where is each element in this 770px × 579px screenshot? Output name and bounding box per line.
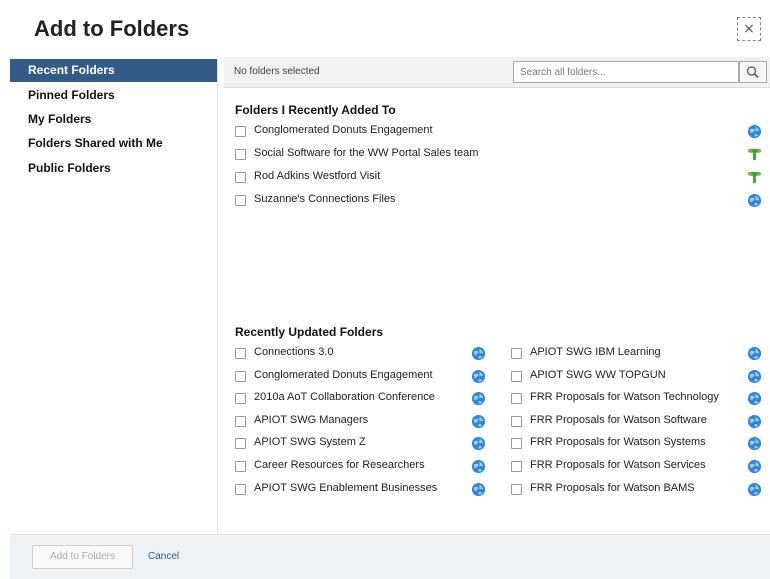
folder-name[interactable]: APIOT SWG IBM Learning [530, 346, 661, 358]
recently-added-heading: Folders I Recently Added To [235, 103, 396, 117]
folder-name[interactable]: Suzanne's Connections Files [254, 193, 396, 205]
selection-toolbar: No folders selected Search all folders..… [224, 57, 770, 88]
globe-icon [747, 124, 762, 139]
folder-name[interactable]: Rod Adkins Westford Visit [254, 170, 380, 182]
globe-icon [747, 369, 762, 384]
list-item: APIOT SWG IBM Learning [511, 345, 766, 363]
folder-checkbox[interactable] [235, 348, 246, 359]
folder-name[interactable]: APIOT SWG WW TOPGUN [530, 369, 666, 381]
list-item: FRR Proposals for Watson Technology [511, 390, 766, 408]
list-item: Suzanne's Connections Files [235, 192, 766, 210]
list-item: Connections 3.0 [235, 345, 490, 363]
folder-checkbox[interactable] [511, 484, 522, 495]
globe-icon [471, 369, 486, 384]
globe-icon [471, 459, 486, 474]
globe-icon [471, 414, 486, 429]
folder-name[interactable]: APIOT SWG Enablement Businesses [254, 482, 437, 494]
list-item: Conglomerated Donuts Engagement [235, 368, 490, 386]
sidebar-item-pinned-folders[interactable]: Pinned Folders [10, 84, 217, 107]
folder-checkbox[interactable] [235, 393, 246, 404]
globe-icon [747, 193, 762, 208]
folder-checkbox[interactable] [235, 416, 246, 427]
folder-name[interactable]: FRR Proposals for Watson BAMS [530, 482, 695, 494]
folder-checkbox[interactable] [511, 416, 522, 427]
folder-name[interactable]: APIOT SWG System Z [254, 436, 366, 448]
folder-name[interactable]: Conglomerated Donuts Engagement [254, 124, 433, 136]
list-item: Career Resources for Researchers [235, 458, 490, 476]
folder-list-panel: No folders selected Search all folders..… [224, 57, 770, 534]
folder-checkbox[interactable] [511, 393, 522, 404]
list-item: APIOT SWG Enablement Businesses [235, 481, 490, 499]
list-item: Conglomerated Donuts Engagement [235, 123, 766, 141]
folder-checkbox[interactable] [511, 348, 522, 359]
list-item: FRR Proposals for Watson Systems [511, 435, 766, 453]
globe-icon [747, 346, 762, 361]
folder-checkbox[interactable] [235, 438, 246, 449]
search-icon [746, 66, 759, 79]
dialog-title: Add to Folders [34, 16, 190, 41]
folder-name[interactable]: FRR Proposals for Watson Technology [530, 391, 719, 403]
folder-name[interactable]: FRR Proposals for Watson Systems [530, 436, 706, 448]
folder-name[interactable]: Connections 3.0 [254, 346, 334, 358]
list-item: FRR Proposals for Watson Software [511, 413, 766, 431]
close-button[interactable]: × [737, 17, 761, 41]
globe-icon [747, 459, 762, 474]
list-item: APIOT SWG WW TOPGUN [511, 368, 766, 386]
list-item: FRR Proposals for Watson Services [511, 458, 766, 476]
sidebar-item-my-folders[interactable]: My Folders [10, 108, 217, 131]
folder-checkbox[interactable] [235, 195, 246, 206]
folder-name[interactable]: FRR Proposals for Watson Services [530, 459, 706, 471]
folder-category-sidebar: Recent Folders Pinned Folders My Folders… [10, 57, 218, 534]
folder-checkbox[interactable] [235, 461, 246, 472]
globe-icon [747, 482, 762, 497]
sidebar-item-folders-shared-with-me[interactable]: Folders Shared with Me [10, 132, 217, 155]
add-to-folders-button[interactable]: Add to Folders [32, 545, 133, 569]
folder-name[interactable]: FRR Proposals for Watson Software [530, 414, 707, 426]
folder-name[interactable]: Conglomerated Donuts Engagement [254, 369, 433, 381]
recently-updated-heading: Recently Updated Folders [235, 325, 384, 339]
cancel-link[interactable]: Cancel [148, 551, 179, 562]
list-item: Social Software for the WW Portal Sales … [235, 146, 766, 164]
folder-checkbox[interactable] [235, 172, 246, 183]
globe-icon [747, 414, 762, 429]
folder-name[interactable]: Social Software for the WW Portal Sales … [254, 147, 478, 159]
globe-icon [747, 391, 762, 406]
search-placeholder: Search all folders... [520, 67, 606, 78]
shared-folder-icon [747, 148, 762, 161]
dialog-header: Add to Folders × [0, 0, 770, 56]
search-input[interactable]: Search all folders... [513, 61, 739, 83]
dialog-footer: Add to Folders Cancel [10, 534, 770, 579]
list-item: 2010a AoT Collaboration Conference [235, 390, 490, 408]
list-item: APIOT SWG Managers [235, 413, 490, 431]
folder-checkbox[interactable] [235, 126, 246, 137]
globe-icon [471, 436, 486, 451]
list-item: Rod Adkins Westford Visit [235, 169, 766, 187]
folder-checkbox[interactable] [235, 149, 246, 160]
list-item: APIOT SWG System Z [235, 435, 490, 453]
globe-icon [471, 482, 486, 497]
globe-icon [471, 346, 486, 361]
folder-checkbox[interactable] [511, 461, 522, 472]
folder-checkbox[interactable] [511, 438, 522, 449]
folder-checkbox[interactable] [511, 371, 522, 382]
sidebar-item-public-folders[interactable]: Public Folders [10, 157, 217, 180]
shared-folder-icon [747, 171, 762, 184]
folder-name[interactable]: 2010a AoT Collaboration Conference [254, 391, 435, 403]
globe-icon [471, 391, 486, 406]
folder-checkbox[interactable] [235, 371, 246, 382]
sidebar-item-recent-folders[interactable]: Recent Folders [10, 59, 217, 82]
selection-status: No folders selected [234, 66, 320, 77]
close-icon: × [743, 21, 755, 37]
search-button[interactable] [739, 61, 767, 83]
folder-name[interactable]: APIOT SWG Managers [254, 414, 368, 426]
folder-name[interactable]: Career Resources for Researchers [254, 459, 425, 471]
globe-icon [747, 436, 762, 451]
folder-checkbox[interactable] [235, 484, 246, 495]
list-item: FRR Proposals for Watson BAMS [511, 481, 766, 499]
